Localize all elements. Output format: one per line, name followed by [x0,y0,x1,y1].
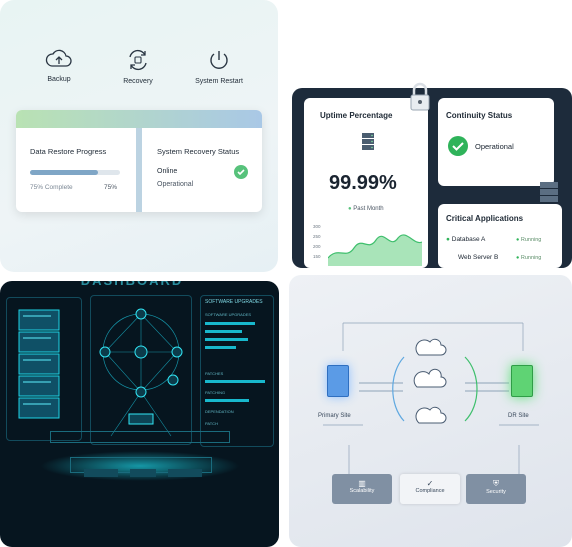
control-button[interactable] [168,469,202,477]
dr-site-label: DR Site [508,413,529,419]
status-card: Data Restore Progress 75% Complete 75% S… [16,110,262,212]
uptime-title: Uptime Percentage [320,111,393,120]
critical-apps-card: Critical Applications ● Database A ● Run… [438,204,562,268]
system-restart-button[interactable]: System Restart [184,48,254,85]
control-button[interactable] [84,469,118,477]
check-shield-icon: ✓ [426,479,434,488]
uptime-ticks: 300 250 200 150 [313,222,321,262]
software-upgrades-panel: SOFTWARE UPGRADES SOFTWARE UPGRADES PATC… [200,295,274,447]
app-row: ● Database A [446,236,486,243]
cyber-dashboard-panel: DASHBOARD SOFTWARE UPGRADES SOFTWARE UPG… [0,281,279,547]
upgrade-bars [205,322,267,354]
panel-subtitle: SOFTWARE UPGRADES [205,312,252,317]
control-button[interactable] [130,469,156,477]
backup-button[interactable]: Backup [24,48,94,83]
network-diagram [99,308,183,437]
chart-icon: ▥ [358,479,366,488]
security-pill[interactable]: ⛨ Security [466,474,526,504]
server-icon [362,133,374,150]
cloud-upload-icon [45,49,72,67]
restore-title: Data Restore Progress [30,147,107,156]
app-status-label: Running [520,255,542,261]
dashboard-banner: DASHBOARD [72,281,192,291]
upgrade-item: PATCH [205,421,218,426]
pill-label: Security [486,489,506,495]
recovery-status-title: System Recovery Status [157,147,240,156]
app-status: ● Running [516,237,542,243]
check-circle-icon [448,136,468,156]
continuity-card: Continuity Status Operational [438,98,554,186]
restore-progress-value: 75% [104,184,118,191]
app-status: ● Running [516,255,542,261]
compliance-pill[interactable]: ✓ Compliance [400,474,460,504]
status-strip [50,431,230,443]
recovery-status-line2: Operational [157,181,194,188]
uptime-dashboard: Uptime Percentage 99.99% ● Past Month 30… [292,88,572,268]
recovery-button[interactable]: Recovery [103,48,173,85]
lock-icon [410,82,430,111]
restore-progress-label: 75% Complete [30,184,73,191]
pill-label: Compliance [415,488,445,494]
check-circle-icon [234,165,248,179]
system-restart-label: System Restart [195,78,243,85]
upgrade-item: PATCHES [205,371,224,376]
server-stack-frame [6,297,82,441]
primary-site-server-icon [327,365,349,397]
panel-title: SOFTWARE UPGRADES [205,299,263,305]
primary-site-label: Primary Site [318,413,351,419]
upgrade-item: PATCHING [205,390,226,395]
site-replication-diagram: Primary Site DR Site [289,275,572,547]
tick: 300 [313,224,321,229]
app-status-label: Running [520,237,542,243]
uptime-card: Uptime Percentage 99.99% ● Past Month 30… [304,98,428,268]
card-header-band [16,110,262,128]
server-stack-icon [18,309,60,419]
backup-recovery-panel: Backup Recovery System Restart Data Rest… [0,0,278,272]
tick: 200 [313,244,321,249]
continuity-status: Operational [475,142,514,151]
app-name: Database A [451,236,486,243]
scalability-pill[interactable]: ▥ Scalability [332,474,392,504]
recovery-label: Recovery [123,78,153,85]
uptime-value: 99.99% [329,172,397,194]
continuity-title: Continuity Status [446,111,513,120]
replication-lines [323,322,539,475]
uptime-legend-label: Past Month [353,206,384,212]
recovery-cycle-icon [129,49,147,71]
restore-progress-fill [30,170,98,175]
upgrade-items: PATCHES PATCHING DEPENDATION PATCH [205,368,265,430]
shield-icon: ⛨ [493,479,499,488]
backup-label: Backup [47,76,71,83]
dr-site-server-icon [511,365,533,397]
critical-apps-title: Critical Applications [446,214,524,223]
upgrade-item: DEPENDATION [205,409,234,414]
card-divider [136,128,142,212]
network-diagram-frame [90,295,192,445]
uptime-legend: ● Past Month [348,206,384,212]
server-rack-icon [540,182,558,202]
power-icon [210,51,228,69]
app-name: Web Server B [458,254,499,261]
restore-progress-bar [30,170,120,175]
tick: 150 [313,254,321,259]
tick: 250 [313,234,321,239]
uptime-area-chart [328,234,422,266]
pill-label: Scalability [349,488,375,494]
recovery-status-line1: Online [157,168,178,175]
